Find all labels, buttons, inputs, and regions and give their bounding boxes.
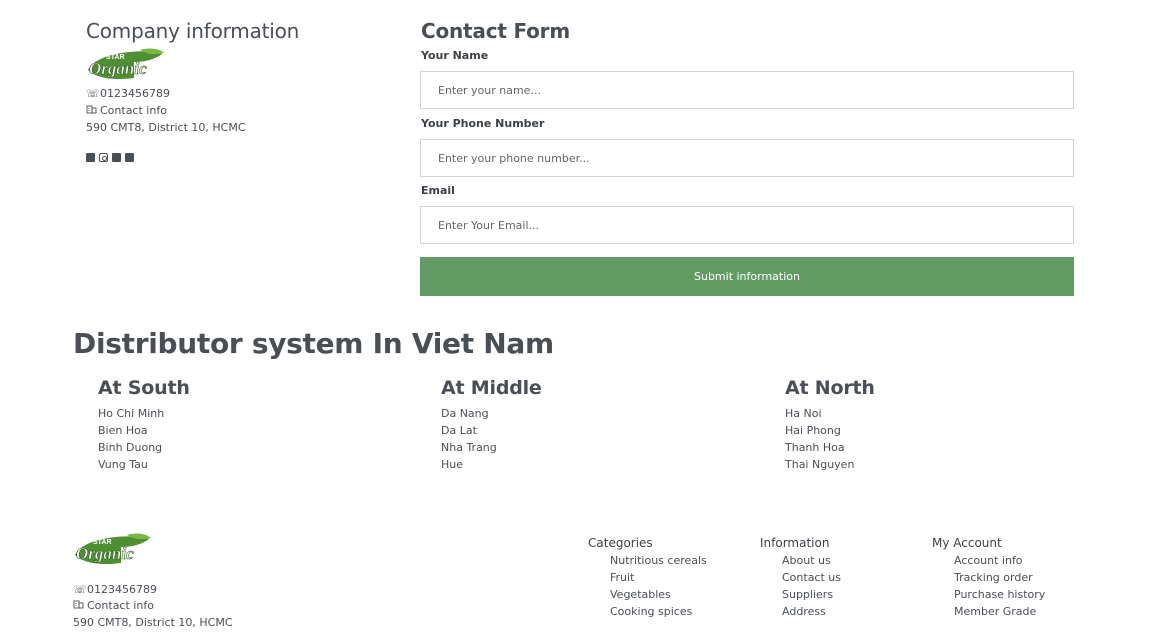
footer-link[interactable]: Nutritious cereals [610,552,707,569]
name-label: Your Name [421,49,489,62]
footer-account-list: Account info Tracking order Purchase his… [954,552,1045,620]
twitter-icon[interactable] [112,153,121,162]
phone-input[interactable] [420,139,1074,177]
footer-link[interactable]: Contact us [782,569,841,586]
footer-account-title: My Account [932,536,1002,550]
company-address: 590 CMT8, District 10, HCMC [86,121,246,134]
city-item[interactable]: Hai Phong [785,422,854,439]
footer-categories-title: Categories [588,536,653,550]
city-item[interactable]: Binh Duong [98,439,164,456]
linkedin-icon[interactable] [125,153,134,162]
footer-link[interactable]: Member Grade [954,603,1045,620]
region-middle-title: At Middle [441,377,542,399]
footer-link[interactable]: Tracking order [954,569,1045,586]
footer-link[interactable]: Cooking spices [610,603,707,620]
city-item[interactable]: Da Nang [441,405,497,422]
footer-categories-list: Nutritious cereals Fruit Vegetables Cook… [610,552,707,620]
region-middle-list: Da Nang Da Lat Nha Trang Hue [441,405,497,473]
social-links [86,153,134,162]
company-phone[interactable]: ☏0123456789 [86,85,170,102]
city-item[interactable]: Hue [441,456,497,473]
city-item[interactable]: Bien Hoa [98,422,164,439]
region-north-title: At North [785,377,875,399]
svg-text:Organic: Organic [76,544,134,563]
city-item[interactable]: Vung Tau [98,456,164,473]
company-info-title: Company information [86,19,300,43]
name-input[interactable] [420,71,1074,109]
organic-logo: STAR Organic [88,48,164,80]
footer-link[interactable]: Address [782,603,841,620]
footer-link[interactable]: Fruit [610,569,707,586]
email-input[interactable] [420,206,1074,244]
city-item[interactable]: Ho Chi Minh [98,405,164,422]
company-contact[interactable]: Contact info [86,102,167,119]
phone-icon: ☏ [73,583,87,596]
phone-label: Your Phone Number [421,117,545,130]
footer-address: 590 CMT8, District 10, HCMC [73,616,233,629]
company-logo[interactable]: STAR Organic [84,48,166,86]
email-label: Email [421,184,455,197]
region-north-list: Ha Noi Hai Phong Thanh Hoa Thai Nguyen [785,405,854,473]
submit-button[interactable]: Submit information [420,257,1074,296]
footer-link[interactable]: Vegetables [610,586,707,603]
footer-link[interactable]: Suppliers [782,586,841,603]
instagram-icon[interactable] [99,153,108,162]
city-item[interactable]: Nha Trang [441,439,497,456]
city-item[interactable]: Da Lat [441,422,497,439]
organic-logo: STAR Organic [75,533,151,565]
footer-link[interactable]: Purchase history [954,586,1045,603]
footer-contact[interactable]: Contact info [73,597,154,614]
phone-icon: ☏ [86,87,100,100]
footer-information-list: About us Contact us Suppliers Address [782,552,841,620]
footer-link[interactable]: Account info [954,552,1045,569]
city-item[interactable]: Thanh Hoa [785,439,854,456]
facebook-icon[interactable] [86,153,95,162]
svg-text:Organic: Organic [89,59,147,78]
footer-phone[interactable]: ☏0123456789 [73,581,157,598]
building-icon [86,102,97,119]
building-icon [73,597,84,614]
footer-information-title: Information [760,536,830,550]
city-item[interactable]: Thai Nguyen [785,456,854,473]
region-south-title: At South [98,377,190,399]
footer-logo[interactable]: STAR Organic [71,533,153,571]
city-item[interactable]: Ha Noi [785,405,854,422]
contact-form-title: Contact Form [421,19,570,43]
footer-link[interactable]: About us [782,552,841,569]
distributor-title: Distributor system In Viet Nam [73,327,554,360]
region-south-list: Ho Chi Minh Bien Hoa Binh Duong Vung Tau [98,405,164,473]
